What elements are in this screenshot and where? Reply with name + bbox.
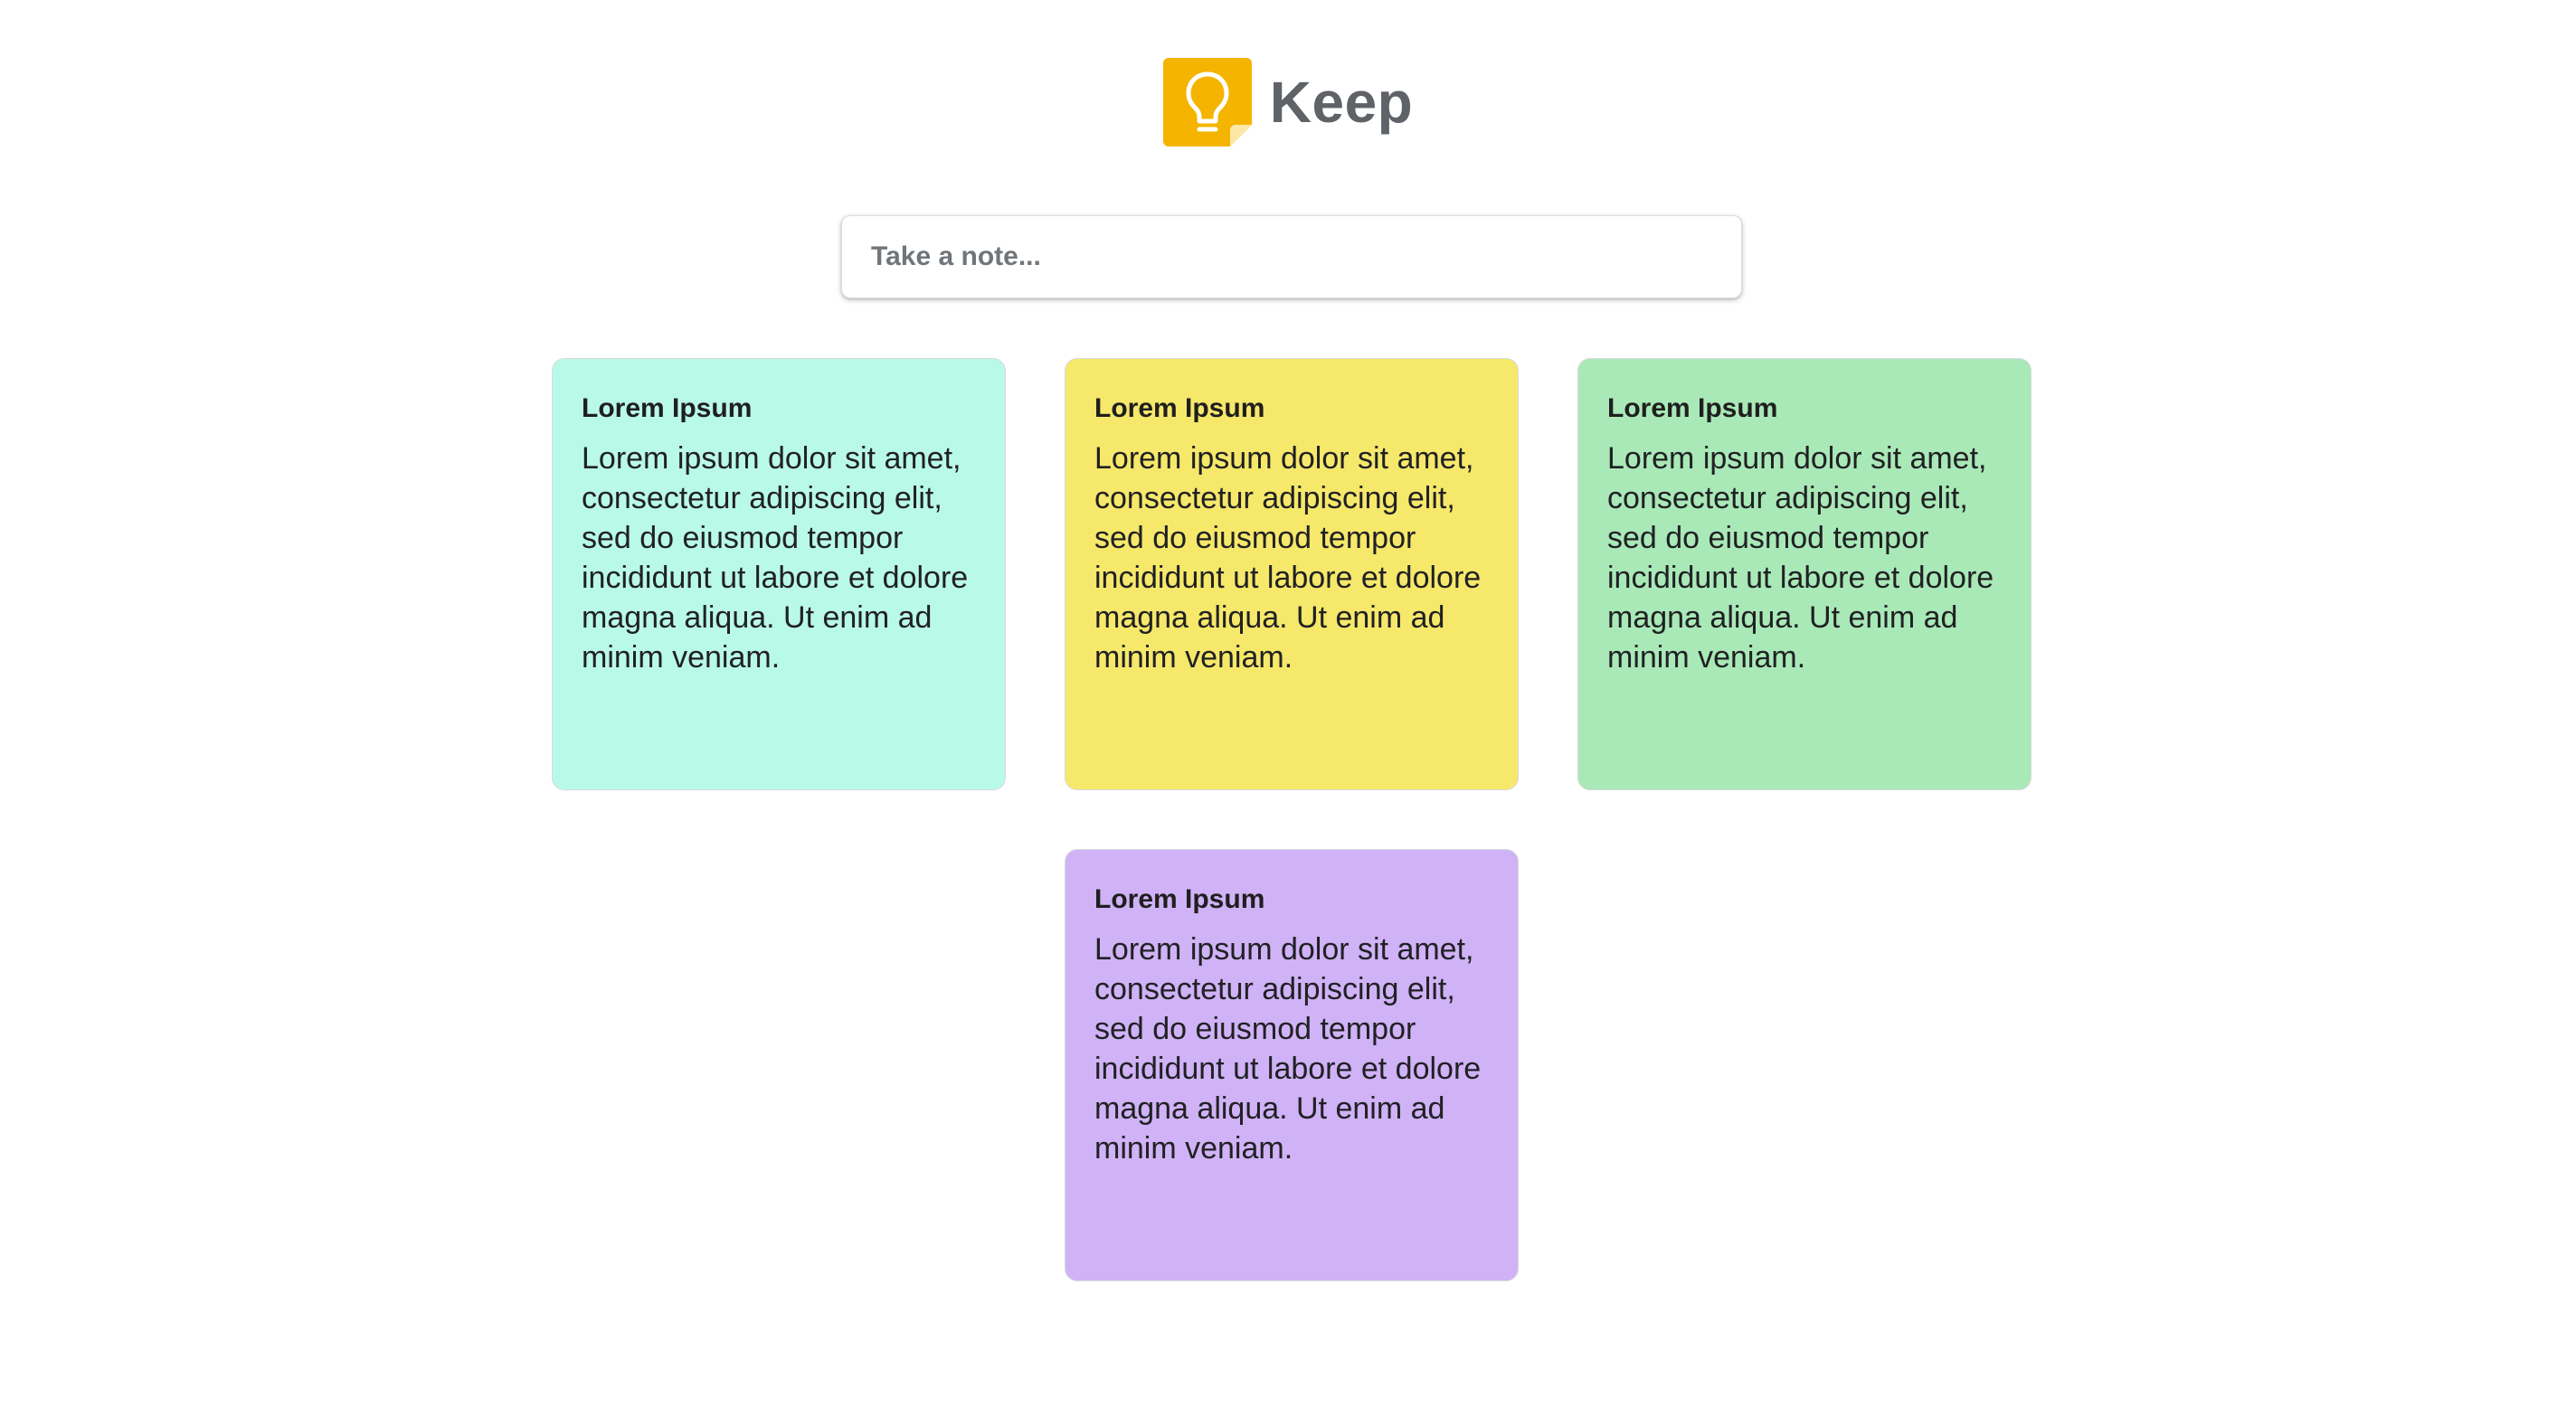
note-title: Lorem Ipsum	[1094, 884, 1265, 914]
note-title: Lorem Ipsum	[1094, 393, 1265, 423]
note-title: Lorem Ipsum	[582, 393, 753, 423]
app-title: Keep	[1269, 70, 1414, 135]
take-note-input[interactable]	[842, 216, 1741, 297]
note-body: Lorem ipsum dolor sit amet, consectetur …	[582, 441, 969, 675]
note-title: Lorem Ipsum	[1607, 393, 1778, 423]
note-body: Lorem ipsum dolor sit amet, consectetur …	[1094, 932, 1482, 1166]
note-card[interactable]: Lorem Ipsum Lorem ipsum dolor sit amet, …	[1065, 358, 1519, 790]
note-body: Lorem ipsum dolor sit amet, consectetur …	[1094, 441, 1482, 675]
lightbulb-icon	[1162, 58, 1252, 146]
note-card[interactable]: Lorem Ipsum Lorem ipsum dolor sit amet, …	[552, 358, 1006, 790]
note-card[interactable]: Lorem Ipsum Lorem ipsum dolor sit amet, …	[1065, 849, 1519, 1281]
note-body: Lorem ipsum dolor sit amet, consectetur …	[1607, 441, 1994, 675]
note-card[interactable]: Lorem Ipsum Lorem ipsum dolor sit amet, …	[1577, 358, 2031, 790]
app-header: Keep	[0, 58, 2576, 146]
note-input-container	[841, 215, 1742, 298]
